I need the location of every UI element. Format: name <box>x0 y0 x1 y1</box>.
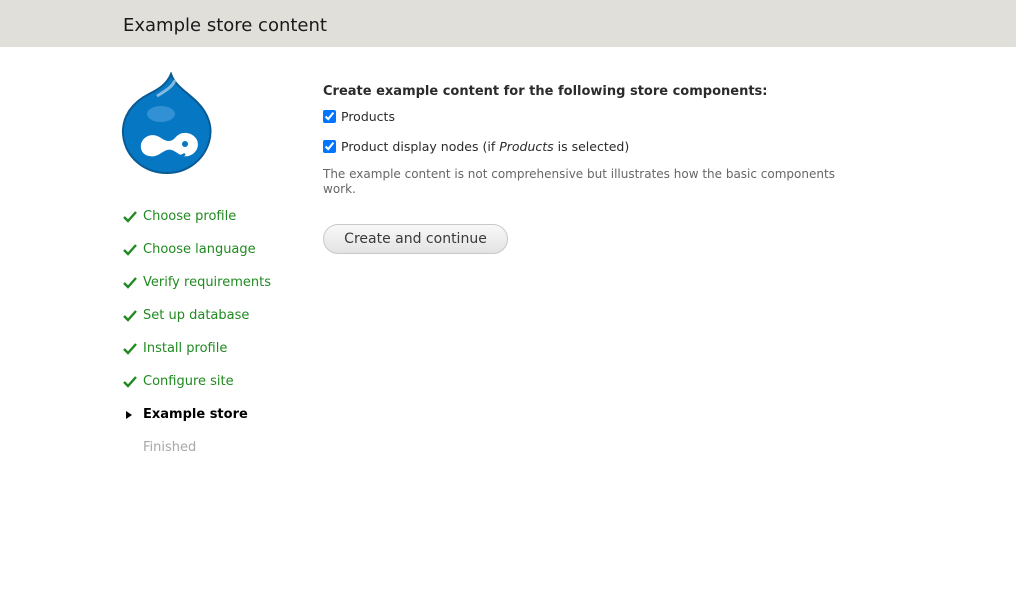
install-steps: Choose profile Choose language Verify re… <box>123 207 271 471</box>
step-choose-language: Choose language <box>123 240 271 273</box>
checkmark-icon <box>123 277 137 289</box>
checkmark-icon <box>123 244 137 256</box>
drupal-drop-logo-icon <box>121 72 212 174</box>
products-checkbox-label[interactable]: Products <box>341 108 395 126</box>
product-display-checkbox-label[interactable]: Product display nodes (if Products is se… <box>341 138 629 156</box>
label-suffix: is selected) <box>553 139 630 154</box>
step-label: Set up database <box>143 308 250 323</box>
checkmark-icon <box>123 376 137 388</box>
step-example-store: Example store <box>123 405 271 438</box>
step-label: Verify requirements <box>143 275 272 290</box>
page-title: Example store content <box>123 15 327 36</box>
form-description: The example content is not comprehensive… <box>323 167 835 196</box>
form-title: Create example content for the following… <box>323 84 768 99</box>
step-label: Example store <box>143 407 248 422</box>
step-install-profile: Install profile <box>123 339 271 372</box>
checkmark-icon <box>123 343 137 355</box>
products-checkbox[interactable] <box>323 110 336 123</box>
create-and-continue-button[interactable]: Create and continue <box>323 224 508 254</box>
example-content-form: Create example content for the following… <box>323 83 863 254</box>
label-prefix: Product display nodes (if <box>341 139 500 154</box>
step-label: Finished <box>143 440 197 455</box>
step-set-up-database: Set up database <box>123 306 271 339</box>
checkmark-icon <box>123 211 137 223</box>
product-display-checkbox[interactable] <box>323 140 336 153</box>
step-verify-requirements: Verify requirements <box>123 273 271 306</box>
step-label: Configure site <box>143 374 234 389</box>
checkmark-icon <box>123 310 137 322</box>
label-emphasis: Products <box>499 139 554 154</box>
step-choose-profile: Choose profile <box>123 207 271 240</box>
step-configure-site: Configure site <box>123 372 271 405</box>
page-header: Example store content <box>0 0 1016 47</box>
step-label: Choose language <box>143 242 256 257</box>
triangle-right-icon <box>126 411 132 419</box>
step-label: Install profile <box>143 341 228 356</box>
step-finished: Finished <box>123 438 271 471</box>
step-label: Choose profile <box>143 209 237 224</box>
